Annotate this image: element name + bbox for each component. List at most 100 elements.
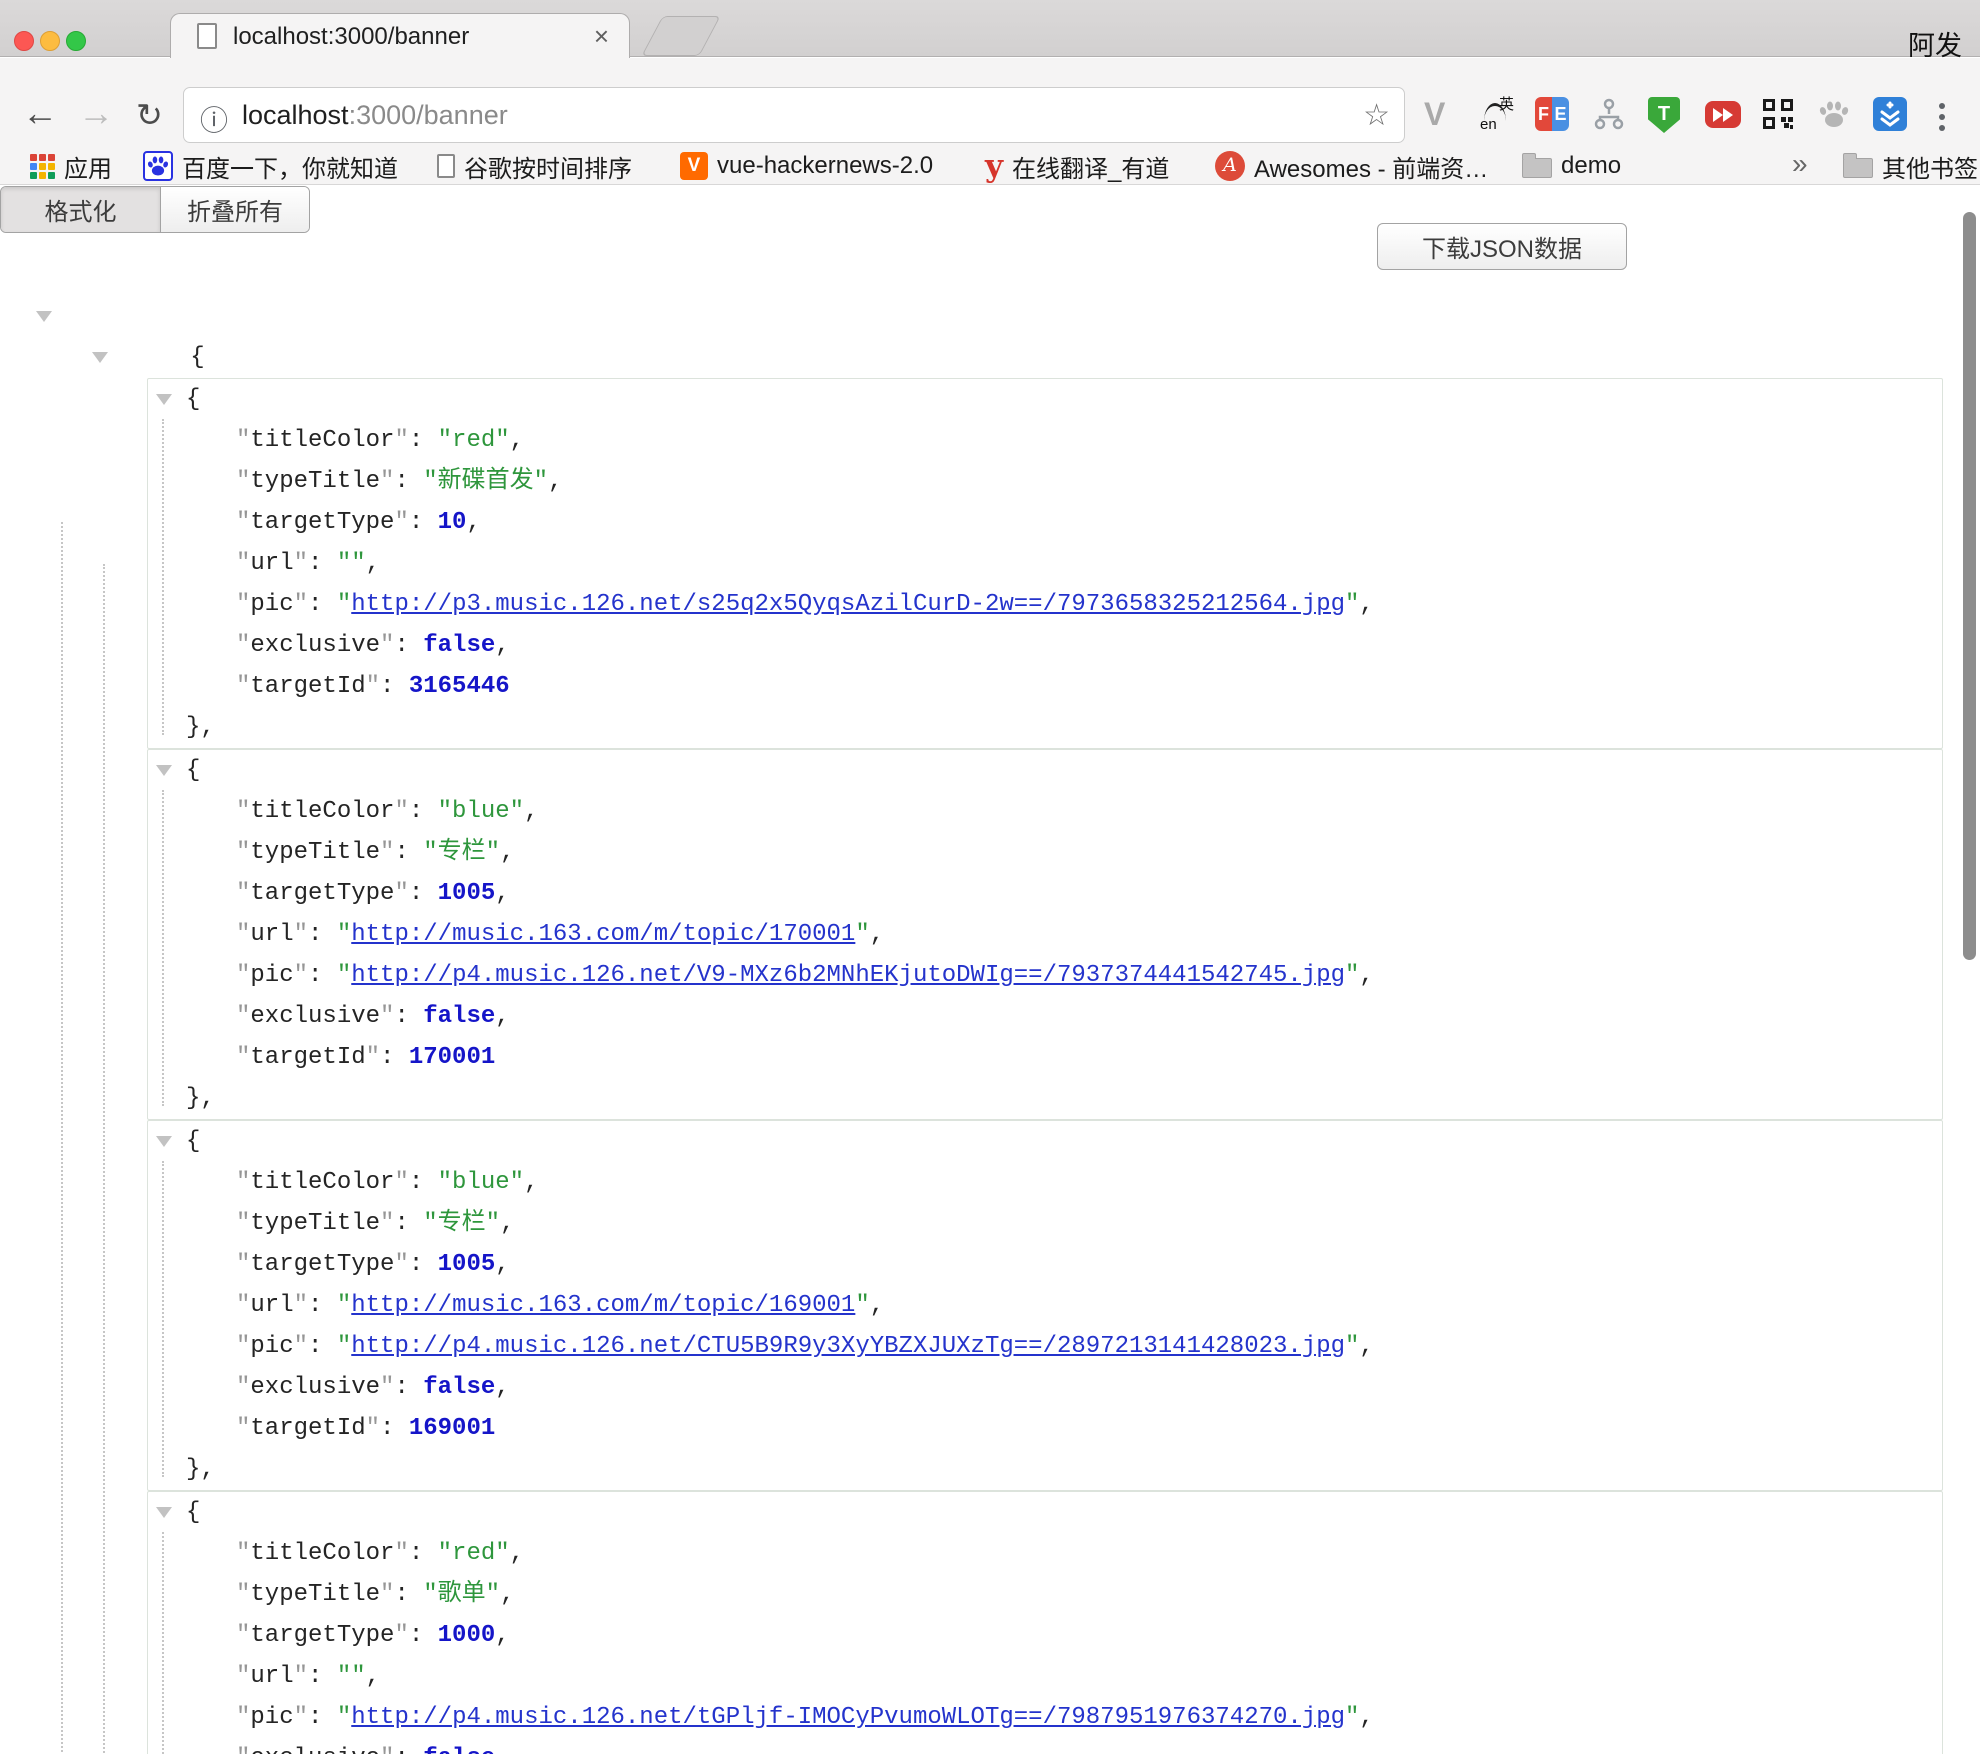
json-comma: , bbox=[1359, 962, 1373, 989]
new-tab-button[interactable] bbox=[641, 16, 720, 56]
format-button[interactable]: 格式化 bbox=[1, 187, 161, 232]
tab-close-icon[interactable]: × bbox=[594, 21, 609, 52]
collapse-toggle-icon[interactable] bbox=[156, 394, 172, 405]
vertical-scrollbar-thumb[interactable] bbox=[1963, 212, 1976, 960]
browser-menu-icon[interactable] bbox=[1938, 98, 1946, 132]
vue-devtools-icon[interactable]: V bbox=[1424, 96, 1458, 130]
json-colon: : bbox=[394, 839, 423, 866]
json-link[interactable]: http://music.163.com/m/topic/170001 bbox=[351, 921, 855, 948]
json-colon: : bbox=[308, 962, 337, 989]
url-text[interactable]: localhost:3000/banner bbox=[242, 100, 508, 131]
collapse-toggle-icon[interactable] bbox=[36, 311, 52, 322]
json-colon: : bbox=[308, 1663, 337, 1690]
json-field-line: "typeTitle": "专栏", bbox=[148, 1203, 1942, 1244]
bookmark-demo-folder[interactable]: demo bbox=[1522, 149, 1621, 183]
translate-extension-icon[interactable]: 英 en bbox=[1480, 97, 1514, 131]
json-key: exclusive bbox=[250, 632, 380, 659]
collapse-toggle-icon[interactable] bbox=[92, 352, 108, 363]
bookmark-label: 其他书签 bbox=[1882, 149, 1978, 184]
page-favicon-icon bbox=[197, 23, 217, 49]
json-brace: }, bbox=[186, 714, 215, 741]
json-banners-line: "banners": [ bbox=[0, 337, 1980, 378]
json-link[interactable]: http://music.163.com/m/topic/169001 bbox=[351, 1292, 855, 1319]
bookmark-youdao[interactable]: y 在线翻译_有道 bbox=[985, 149, 1169, 183]
json-root-line: { bbox=[0, 296, 1980, 337]
bookmark-awesomes[interactable]: A Awesomes - 前端资… bbox=[1215, 149, 1488, 183]
browser-window: localhost:3000/banner × 阿发 ← → ↻ ⓘ local… bbox=[0, 0, 1980, 1754]
bookmark-label: 在线翻译_有道 bbox=[1012, 149, 1169, 184]
page-icon bbox=[437, 154, 455, 178]
json-field-line: "titleColor": "red", bbox=[148, 1533, 1942, 1574]
other-bookmarks-folder[interactable]: 其他书签 bbox=[1843, 149, 1978, 183]
paw-extension-icon[interactable] bbox=[1817, 97, 1851, 131]
browser-tab[interactable]: localhost:3000/banner × bbox=[170, 13, 630, 58]
json-viewer: { "banners": [ {"titleColor": "red","typ… bbox=[0, 296, 1980, 1754]
json-colon: : bbox=[409, 1540, 438, 1567]
collapse-all-button[interactable]: 折叠所有 bbox=[161, 187, 309, 232]
json-brace: }, bbox=[186, 1085, 215, 1112]
collapse-toggle-icon[interactable] bbox=[156, 1507, 172, 1518]
json-key: titleColor bbox=[250, 798, 394, 825]
json-colon: : bbox=[409, 427, 438, 454]
json-number: false bbox=[423, 632, 495, 659]
bookmark-baidu[interactable]: 百度一下，你就知道 bbox=[143, 149, 398, 183]
json-quote: " bbox=[236, 1704, 250, 1731]
json-quote: " bbox=[236, 1622, 250, 1649]
indent-guide bbox=[61, 522, 63, 1754]
address-bar[interactable]: ⓘ localhost:3000/banner ☆ bbox=[183, 87, 1405, 143]
json-colon: : bbox=[409, 1251, 438, 1278]
download-arrows-extension-icon[interactable] bbox=[1873, 97, 1907, 131]
json-field-line: "typeTitle": "歌单", bbox=[148, 1574, 1942, 1615]
json-colon: : bbox=[308, 591, 337, 618]
bookmark-google-sort[interactable]: 谷歌按时间排序 bbox=[437, 149, 632, 183]
json-field-line: "targetType": 1005, bbox=[148, 1244, 1942, 1285]
zoom-window-button[interactable] bbox=[66, 31, 86, 51]
json-quote: " bbox=[337, 591, 351, 618]
json-field-line: "url": "http://music.163.com/m/topic/170… bbox=[148, 914, 1942, 955]
json-quote: " bbox=[366, 1415, 380, 1442]
minimize-window-button[interactable] bbox=[40, 31, 60, 51]
close-window-button[interactable] bbox=[14, 31, 34, 51]
json-quote: " bbox=[294, 962, 308, 989]
json-field-line: "targetId": 170001 bbox=[148, 1037, 1942, 1078]
site-info-icon[interactable]: ⓘ bbox=[200, 99, 228, 139]
json-string: "专栏" bbox=[423, 839, 500, 866]
json-link[interactable]: http://p4.music.126.net/V9-MXz6b2MNhEKju… bbox=[351, 962, 1345, 989]
collapse-toggle-icon[interactable] bbox=[156, 765, 172, 776]
qrcode-extension-icon[interactable] bbox=[1761, 97, 1795, 131]
fastforward-extension-icon[interactable] bbox=[1705, 101, 1741, 128]
back-button[interactable]: ← bbox=[22, 95, 58, 131]
json-field-line: "url": "http://music.163.com/m/topic/169… bbox=[148, 1285, 1942, 1326]
json-link[interactable]: http://p4.music.126.net/tGPljf-IMOCyPvum… bbox=[351, 1704, 1345, 1731]
json-comma: , bbox=[495, 632, 509, 659]
json-array-item-box: { "titleColor": "red","typeTitle": "歌单", "… bbox=[147, 1491, 1943, 1754]
json-link[interactable]: http://p4.music.126.net/CTU5B9R9y3XyYBZX… bbox=[351, 1333, 1345, 1360]
json-quote: " bbox=[855, 1292, 869, 1319]
json-array-item-box: {"titleColor": "blue","typeTitle": "专栏",… bbox=[147, 1120, 1943, 1491]
json-string: "blue" bbox=[438, 798, 524, 825]
collapse-toggle-icon[interactable] bbox=[156, 1136, 172, 1147]
sitemap-extension-icon[interactable] bbox=[1592, 97, 1626, 131]
json-colon: : bbox=[394, 1003, 423, 1030]
json-link[interactable]: http://p3.music.126.net/s25q2x5QyqsAzilC… bbox=[351, 591, 1345, 618]
reload-button[interactable]: ↻ bbox=[136, 97, 163, 133]
folder-icon bbox=[1843, 158, 1873, 178]
tab-title: localhost:3000/banner bbox=[233, 23, 469, 51]
download-json-button[interactable]: 下载JSON数据 bbox=[1377, 223, 1627, 270]
bookmark-vue-hackernews[interactable]: V vue-hackernews-2.0 bbox=[680, 149, 933, 183]
json-quote: " bbox=[855, 921, 869, 948]
json-quote: " bbox=[236, 632, 250, 659]
json-comma: , bbox=[524, 798, 538, 825]
json-brace: { bbox=[186, 1499, 200, 1526]
json-quote: " bbox=[294, 1292, 308, 1319]
json-comma: , bbox=[1359, 591, 1373, 618]
json-key: pic bbox=[250, 1704, 293, 1731]
bookmark-label: 应用 bbox=[64, 149, 112, 184]
json-quote: " bbox=[294, 591, 308, 618]
fe-extension-icon[interactable]: F E bbox=[1535, 97, 1569, 131]
json-number: 10 bbox=[438, 509, 467, 536]
bookmarks-overflow-icon[interactable]: » bbox=[1792, 147, 1808, 181]
bookmark-apps[interactable]: 应用 bbox=[30, 149, 112, 183]
bookmark-star-icon[interactable]: ☆ bbox=[1363, 98, 1390, 133]
json-quote: " bbox=[394, 798, 408, 825]
